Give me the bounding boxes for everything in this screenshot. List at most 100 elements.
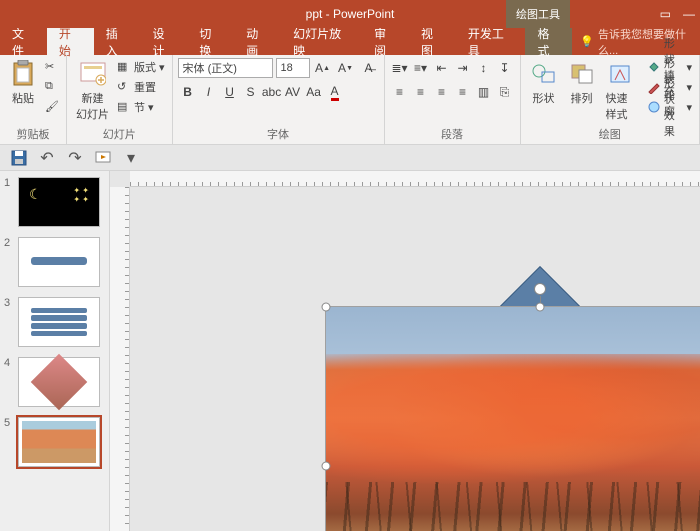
layout-icon: ▦ — [117, 60, 131, 74]
align-right-button[interactable]: ≡ — [432, 82, 452, 102]
thumbnail-row[interactable]: 5 — [4, 417, 105, 467]
bold-button[interactable]: B — [178, 82, 198, 102]
thumbnail-row[interactable]: 2 — [4, 237, 105, 287]
new-slide-label: 新建 幻灯片 — [76, 90, 109, 122]
copy-icon: ⧉ — [45, 80, 59, 94]
line-spacing-button[interactable]: ↕ — [474, 58, 494, 78]
tab-transitions[interactable]: 切换 — [187, 28, 234, 55]
columns-button[interactable]: ▥ — [474, 82, 494, 102]
align-left-button[interactable]: ≡ — [390, 82, 410, 102]
font-size-combo[interactable]: 18 — [276, 58, 310, 78]
drawing-label: 绘图 — [526, 124, 694, 144]
indent-dec-button[interactable]: ⇤ — [432, 58, 452, 78]
new-slide-button[interactable]: 新建 幻灯片 — [72, 58, 113, 124]
arrange-icon — [568, 60, 596, 88]
layout-button[interactable]: ▦版式▾ — [115, 58, 167, 76]
tab-design[interactable]: 设计 — [141, 28, 188, 55]
tab-file[interactable]: 文件 — [0, 28, 47, 55]
selected-image[interactable] — [325, 306, 700, 531]
reset-icon: ↺ — [117, 80, 131, 94]
shadow-button[interactable]: abc — [262, 82, 282, 102]
slide-thumbnail[interactable] — [18, 297, 100, 347]
ribbon: 粘贴 ✂ ⧉ 🖌 剪贴板 新建 幻灯片 ▦版式▾ ↺重置 ▤节▾ 幻灯片 — [0, 55, 700, 145]
text-direction-button[interactable]: ↧ — [495, 58, 515, 78]
grow-font-button[interactable]: A▲ — [313, 58, 333, 78]
slide-thumbnails-panel[interactable]: 1 ☾✦ ✦✦ ✦ 2 3 4 5 — [0, 171, 110, 531]
window-controls: ▭ ― — [660, 7, 695, 21]
brush-icon: 🖌 — [45, 100, 59, 114]
chevron-down-icon: ▾ — [686, 81, 692, 94]
reset-button[interactable]: ↺重置 — [115, 78, 167, 96]
font-family-combo[interactable]: 宋体 (正文) — [178, 58, 273, 78]
thumbnail-row[interactable]: 3 — [4, 297, 105, 347]
thumb-number: 1 — [4, 177, 14, 227]
tab-insert[interactable]: 插入 — [94, 28, 141, 55]
slide-thumbnail[interactable] — [18, 417, 100, 467]
quick-styles-label: 快速样式 — [606, 90, 635, 122]
indent-inc-button[interactable]: ⇥ — [453, 58, 473, 78]
spacing-button[interactable]: AV — [283, 82, 303, 102]
start-slideshow-button[interactable] — [94, 149, 112, 167]
justify-button[interactable]: ≡ — [453, 82, 473, 102]
slide-thumbnail[interactable]: ☾✦ ✦✦ ✦ — [18, 177, 100, 227]
tab-review[interactable]: 审阅 — [362, 28, 409, 55]
shrink-font-button[interactable]: A▼ — [336, 58, 356, 78]
italic-button[interactable]: I — [199, 82, 219, 102]
font-label: 字体 — [178, 124, 379, 144]
tab-home[interactable]: 开始 — [47, 28, 94, 55]
qat-customize[interactable]: ▾ — [122, 149, 140, 167]
section-icon: ▤ — [117, 100, 131, 114]
ribbon-options-icon[interactable]: ▭ — [660, 7, 671, 21]
clipboard-icon — [9, 60, 37, 88]
font-color-button[interactable]: A — [325, 82, 345, 102]
arrange-button[interactable]: 排列 — [564, 58, 600, 108]
shapes-icon — [530, 60, 558, 88]
thumbnail-row[interactable]: 4 — [4, 357, 105, 407]
group-drawing: 形状 排列 快速样式 形状填充▾ 形状轮廓▾ 形状效果▾ 绘图 — [521, 55, 700, 144]
group-font: 宋体 (正文) 18 A▲ A▼ A̶ B I U S abc AV Aa A … — [173, 55, 385, 144]
tab-view[interactable]: 视图 — [409, 28, 456, 55]
clear-format-button[interactable]: A̶ — [359, 58, 379, 78]
slides-label: 幻灯片 — [72, 124, 167, 144]
redo-button[interactable]: ↷ — [66, 149, 84, 167]
thumb-number: 3 — [4, 297, 14, 347]
chevron-down-icon: ▾ — [148, 101, 154, 114]
format-painter-button[interactable]: 🖌 — [43, 98, 61, 116]
underline-button[interactable]: U — [220, 82, 240, 102]
save-button[interactable] — [10, 149, 28, 167]
minimize-icon[interactable]: ― — [683, 7, 695, 21]
bullets-button[interactable]: ≣▾ — [390, 58, 410, 78]
app-title: ppt - PowerPoint — [306, 7, 395, 21]
slide-thumbnail[interactable] — [18, 237, 100, 287]
change-case-button[interactable]: Aa — [304, 82, 324, 102]
strike-button[interactable]: S — [241, 82, 261, 102]
thumb-number: 5 — [4, 417, 14, 467]
tab-slideshow[interactable]: 幻灯片放映 — [281, 28, 362, 55]
pen-icon — [647, 80, 661, 94]
chevron-down-icon: ▾ — [159, 61, 165, 74]
smartart-button[interactable]: ⎘ — [495, 82, 515, 102]
cut-button[interactable]: ✂ — [43, 58, 61, 76]
vertical-ruler — [110, 187, 130, 531]
numbering-button[interactable]: ≡▾ — [411, 58, 431, 78]
thumbnail-row[interactable]: 1 ☾✦ ✦✦ ✦ — [4, 177, 105, 227]
tab-developer[interactable]: 开发工具 — [456, 28, 526, 55]
quick-styles-button[interactable]: 快速样式 — [602, 58, 639, 124]
tab-animations[interactable]: 动画 — [234, 28, 281, 55]
autumn-photo — [325, 306, 700, 531]
group-slides: 新建 幻灯片 ▦版式▾ ↺重置 ▤节▾ 幻灯片 — [67, 55, 173, 144]
workspace: 1 ☾✦ ✦✦ ✦ 2 3 4 5 — [0, 171, 700, 531]
section-button[interactable]: ▤节▾ — [115, 98, 167, 116]
shapes-button[interactable]: 形状 — [526, 58, 562, 108]
align-center-button[interactable]: ≡ — [411, 82, 431, 102]
contextual-tab-label: 绘图工具 — [506, 0, 570, 28]
slide-thumbnail[interactable] — [18, 357, 100, 407]
tab-format[interactable]: 格式 — [525, 28, 572, 55]
scissors-icon: ✂ — [45, 60, 59, 74]
slide-canvas[interactable] — [110, 171, 700, 531]
undo-button[interactable]: ↶ — [38, 149, 56, 167]
copy-button[interactable]: ⧉ — [43, 78, 61, 96]
paste-button[interactable]: 粘贴 — [5, 58, 41, 108]
new-slide-icon — [79, 60, 107, 88]
shape-effects-button[interactable]: 形状效果▾ — [645, 98, 694, 116]
